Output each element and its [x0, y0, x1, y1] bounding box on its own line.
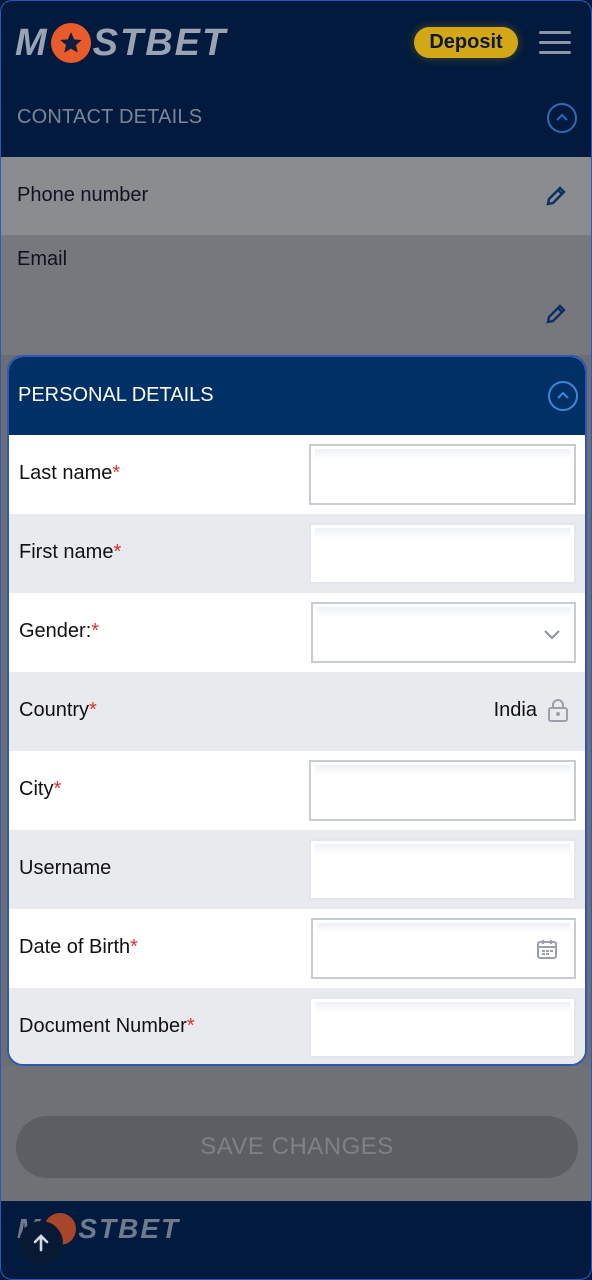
save-area: SAVE CHANGES	[1, 1066, 591, 1201]
menu-icon[interactable]	[539, 31, 571, 55]
date-of-birth-row: Date of Birth*	[9, 909, 585, 988]
arrow-up-icon	[33, 1234, 49, 1252]
country-label: Country*	[19, 699, 97, 721]
username-label: Username	[19, 857, 112, 879]
first-name-row: First name*	[9, 514, 585, 593]
personal-details-title: PERSONAL DETAILS	[18, 384, 214, 406]
city-input[interactable]	[309, 760, 576, 821]
chevron-up-icon[interactable]	[547, 103, 577, 133]
mostbet-logo[interactable]: M STBET	[15, 21, 228, 64]
email-label: Email	[17, 248, 68, 270]
phone-number-label: Phone number	[17, 184, 149, 206]
last-name-label: Last name*	[19, 462, 121, 484]
logo-right: STBET	[92, 21, 228, 64]
personal-details-header[interactable]: PERSONAL DETAILS	[9, 357, 585, 435]
last-name-row: Last name*	[9, 435, 585, 514]
logo-left: M	[15, 21, 49, 64]
app-frame: M STBET Deposit CONTACT DETAILS Phone nu…	[0, 0, 592, 1280]
gender-select[interactable]	[311, 602, 576, 663]
pencil-icon[interactable]	[544, 302, 568, 326]
document-number-label: Document Number*	[19, 1015, 195, 1037]
calendar-icon[interactable]	[536, 938, 558, 960]
pencil-icon[interactable]	[544, 184, 568, 208]
star-icon	[50, 23, 91, 63]
username-input[interactable]	[309, 839, 576, 900]
save-changes-button[interactable]: SAVE CHANGES	[16, 1116, 578, 1178]
lock-icon	[548, 699, 568, 722]
chevron-down-icon	[544, 630, 560, 640]
username-row: Username	[9, 830, 585, 909]
country-value: India	[493, 699, 537, 721]
deposit-button[interactable]: Deposit	[414, 27, 518, 58]
phone-number-row[interactable]: Phone number	[1, 157, 591, 235]
date-of-birth-input[interactable]	[311, 918, 576, 979]
gender-row: Gender:*	[9, 593, 585, 672]
document-number-row: Document Number*	[9, 988, 585, 1064]
country-row: Country* India	[9, 672, 585, 751]
scroll-to-top-button[interactable]	[19, 1221, 63, 1265]
contact-details-header[interactable]: CONTACT DETAILS	[1, 85, 591, 157]
footer: M STBET	[1, 1201, 591, 1279]
contact-details-title: CONTACT DETAILS	[17, 106, 203, 128]
footer-logo-right: STBET	[78, 1213, 181, 1244]
last-name-input[interactable]	[309, 444, 576, 505]
date-of-birth-label: Date of Birth*	[19, 936, 138, 958]
chevron-up-icon[interactable]	[548, 381, 578, 411]
personal-details-card: PERSONAL DETAILS Last name* First name* …	[7, 355, 587, 1066]
top-bar: M STBET Deposit	[1, 1, 591, 85]
email-row[interactable]: Email	[1, 235, 591, 355]
first-name-input[interactable]	[309, 523, 576, 584]
first-name-label: First name*	[19, 541, 122, 563]
city-row: City*	[9, 751, 585, 830]
gender-label: Gender:*	[19, 620, 100, 642]
document-number-input[interactable]	[309, 997, 576, 1058]
city-label: City*	[19, 778, 62, 800]
